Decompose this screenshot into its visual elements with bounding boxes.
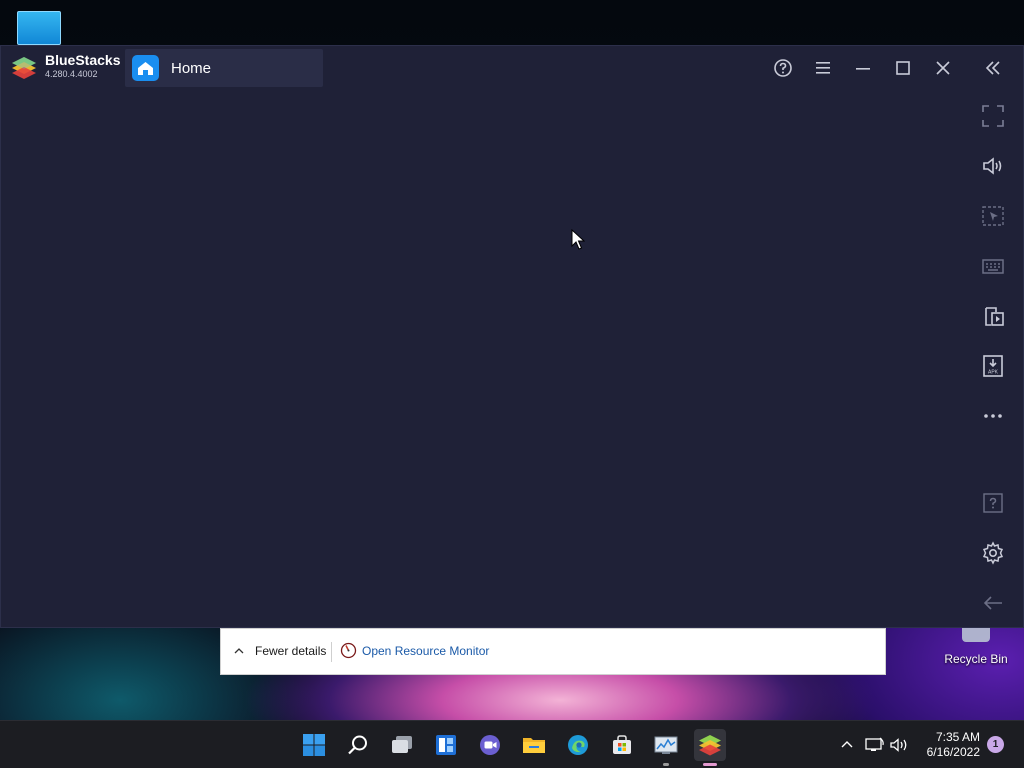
tab-home[interactable]: Home xyxy=(125,49,323,87)
start-icon xyxy=(303,734,325,756)
minimize-button[interactable] xyxy=(849,54,877,82)
open-resource-monitor-link[interactable]: Open Resource Monitor xyxy=(362,644,489,658)
sidebar-help-button[interactable] xyxy=(980,490,1006,516)
resource-monitor-icon xyxy=(340,642,357,659)
widgets-button[interactable] xyxy=(430,729,462,761)
store-icon xyxy=(613,735,631,754)
active-indicator xyxy=(703,763,717,766)
file-explorer-button[interactable] xyxy=(518,729,550,761)
close-button[interactable] xyxy=(929,54,957,82)
task-view-button[interactable] xyxy=(386,729,418,761)
fullscreen-icon xyxy=(982,105,1004,127)
help-icon xyxy=(774,59,792,77)
home-icon xyxy=(132,55,159,81)
volume-tray-button[interactable] xyxy=(889,721,911,768)
recycle-bin-icon xyxy=(962,628,990,642)
fullscreen-button[interactable] xyxy=(980,103,1006,129)
notification-badge[interactable]: 1 xyxy=(987,736,1004,753)
widgets-icon xyxy=(436,735,456,755)
svg-text:APK: APK xyxy=(988,370,999,376)
task-manager-footer: Fewer details Open Resource Monitor xyxy=(220,628,886,675)
taskbar-clock[interactable]: 7:35 AM 6/16/2022 xyxy=(912,730,980,760)
resource-monitor-taskbar-button[interactable] xyxy=(650,729,682,766)
menu-button[interactable] xyxy=(809,54,837,82)
task-view-icon xyxy=(392,736,412,753)
help-button[interactable] xyxy=(769,54,797,82)
tray-overflow-button[interactable] xyxy=(838,721,856,768)
search-button[interactable] xyxy=(342,729,374,761)
file-explorer-icon xyxy=(523,738,545,753)
macro-pointer-button[interactable] xyxy=(980,203,1006,229)
mouse-cursor-icon xyxy=(571,229,585,250)
desktop-shortcut-icon[interactable] xyxy=(17,11,61,45)
collapse-sidebar-icon xyxy=(985,61,1000,75)
keyboard-button[interactable] xyxy=(980,253,1006,279)
network-button[interactable] xyxy=(864,721,886,768)
edge-button[interactable] xyxy=(562,729,594,761)
maximize-icon xyxy=(896,61,910,75)
close-icon xyxy=(936,61,950,75)
tab-home-label: Home xyxy=(171,60,212,77)
app-version: 4.280.4.4002 xyxy=(45,69,98,79)
teams-chat-button[interactable] xyxy=(474,729,506,761)
bluestacks-sidebar: APK xyxy=(963,89,1023,627)
volume-button[interactable] xyxy=(980,153,1006,179)
settings-icon xyxy=(982,541,1004,565)
bluestacks-taskbar-button[interactable] xyxy=(694,729,726,766)
menu-icon xyxy=(816,62,830,74)
keyboard-icon xyxy=(982,259,1004,274)
maximize-button[interactable] xyxy=(889,54,917,82)
start-button[interactable] xyxy=(298,729,330,761)
bluestacks-brand: BlueStacks 4.280.4.4002 xyxy=(45,52,120,79)
back-icon xyxy=(983,596,1002,610)
install-apk-icon: APK xyxy=(983,355,1003,377)
clock-time: 7:35 AM xyxy=(935,730,980,744)
recycle-bin-label: Recycle Bin xyxy=(944,652,1008,666)
resource-monitor-icon xyxy=(654,736,678,754)
teams-chat-icon xyxy=(480,735,500,755)
taskbar: 7:35 AM 6/16/2022 xyxy=(0,720,1024,768)
minimize-icon xyxy=(856,68,870,70)
search-icon xyxy=(348,735,367,755)
running-indicator xyxy=(663,763,669,766)
more-button[interactable] xyxy=(980,403,1006,429)
bluestacks-window: BlueStacks 4.280.4.4002 Home APK xyxy=(0,45,1024,628)
install-apk-button[interactable]: APK xyxy=(980,353,1006,379)
recycle-bin[interactable]: Recycle Bin xyxy=(940,628,1012,666)
speaker-icon xyxy=(890,738,907,752)
multi-instance-icon xyxy=(985,307,1004,326)
back-button[interactable] xyxy=(980,590,1006,616)
emulator-screen[interactable] xyxy=(1,89,963,627)
multi-instance-button[interactable] xyxy=(980,303,1006,329)
divider xyxy=(331,642,332,662)
fewer-details-button[interactable]: Fewer details xyxy=(255,644,326,658)
collapse-sidebar-button[interactable] xyxy=(979,54,1007,82)
chevron-up-icon xyxy=(841,741,853,748)
edge-icon xyxy=(568,735,588,755)
help-icon xyxy=(983,493,1003,513)
settings-button[interactable] xyxy=(980,540,1006,566)
store-button[interactable] xyxy=(606,729,638,761)
volume-icon xyxy=(983,157,1002,175)
clock-date: 6/16/2022 xyxy=(926,745,980,759)
bluestacks-titlebar[interactable]: BlueStacks 4.280.4.4002 Home xyxy=(1,46,1023,89)
app-name: BlueStacks xyxy=(45,52,121,68)
chevron-up-icon[interactable] xyxy=(233,645,245,657)
bluestacks-icon xyxy=(699,735,721,756)
bluestacks-logo-icon xyxy=(12,57,36,79)
more-icon xyxy=(984,414,1002,418)
macro-pointer-icon xyxy=(982,206,1004,226)
network-icon xyxy=(865,737,884,751)
